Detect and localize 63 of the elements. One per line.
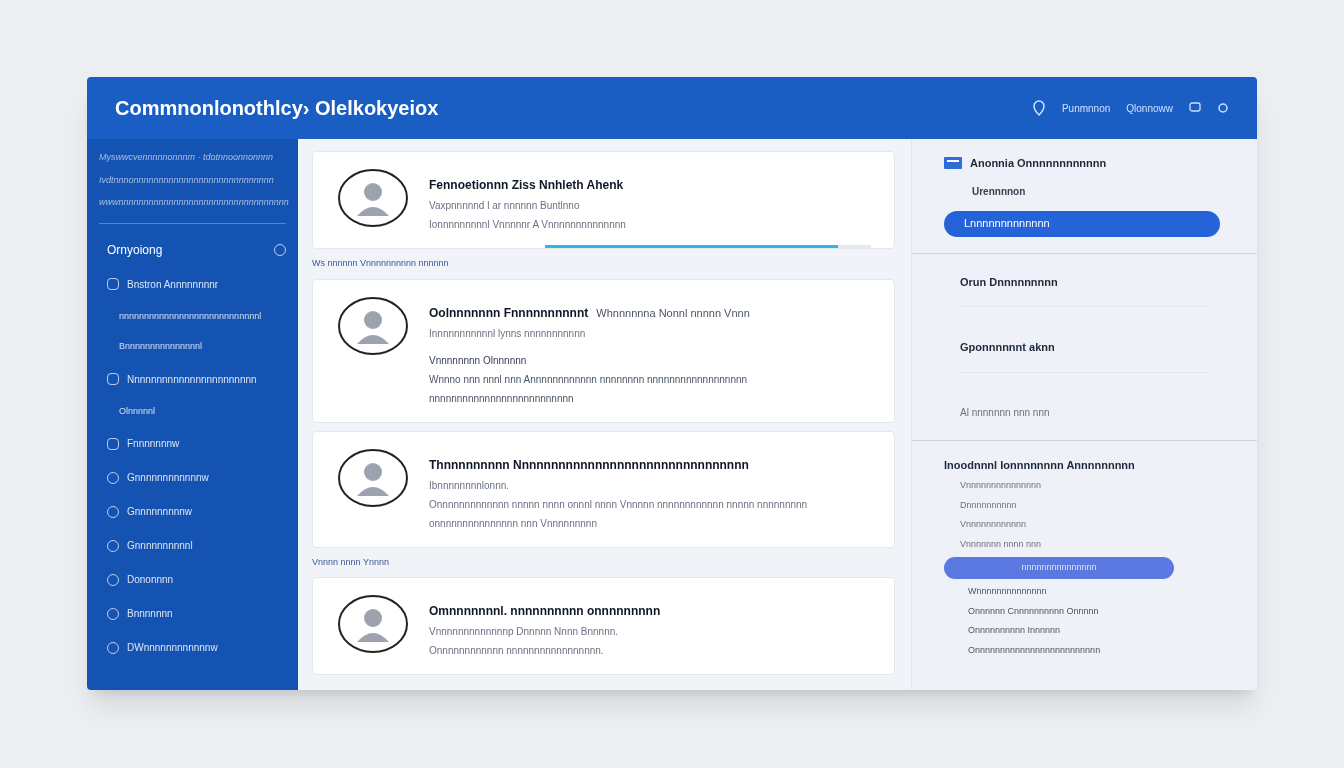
- sidebar-item[interactable]: Olnnnnnl: [99, 400, 286, 422]
- panel-link[interactable]: Onnnnnnnnnn Innnnnn: [944, 624, 1225, 638]
- settings-icon[interactable]: [1217, 102, 1229, 114]
- card-text: Wnnno nnn nnnl nnn Annnnnnnnnnnn nnnnnnnn nnnnnnnnnnnnnnnnnn: [429, 372, 749, 387]
- sidebar-item[interactable]: Fnnnnnnnw: [127, 436, 180, 451]
- card-text: Ionnnnnnnnnl Vnnnnnr A Vnnnnnnnnnnnnnn: [429, 218, 626, 232]
- sidebar-item[interactable]: nnnnnnnnnnnnnnnnnnnnnnnnnnnnl: [99, 305, 286, 327]
- avatar-icon: [337, 594, 409, 654]
- panel-title: Inoodnnnl Ionnnnnnnn Annnnnnnnn: [944, 457, 1136, 473]
- card-title: Oolnnnnnnn Fnnnnnnnnnnt: [429, 304, 589, 322]
- avatar-icon: [337, 447, 409, 508]
- section-label: Ws nnnnnn Vnnnnnnnnnn nnnnnn: [312, 257, 450, 270]
- card-text: Ibnnnnnnnnlonnn.: [429, 478, 511, 493]
- card-text: onnnnnnnnnnnnnnn nnn Vnnnnnnnnn: [429, 516, 598, 531]
- window-title: Commnonlonothlcy› Olelkokyeiox: [115, 96, 439, 121]
- location-pin-icon: [1031, 100, 1046, 116]
- sidebar-item[interactable]: DWnnnnnnnnnnnnw: [127, 640, 218, 655]
- card-title: Fennoetionnn Ziss Nnhleth Ahenk: [429, 177, 624, 194]
- panel-link[interactable]: Wnnnnnnnnnnnnnn: [944, 585, 1225, 599]
- sidebar-item[interactable]: Gnnnnnnnnnnl: [127, 538, 193, 553]
- card-text: nnnnnnnnnnnnnnnnnnnnnnnnnn: [429, 391, 575, 406]
- header-link[interactable]: Punmnnon: [1061, 100, 1111, 116]
- chat-icon[interactable]: [1189, 102, 1201, 114]
- panel-text: Vnnnnnnnnnnnnnnn: [959, 479, 1043, 492]
- sidebar-item[interactable]: Gnnnnnnnnnnnnw: [127, 470, 209, 485]
- panel-row[interactable]: Gponnnnnnt aknn: [960, 339, 1209, 373]
- checkbox[interactable]: [107, 373, 119, 385]
- card-title: Thnnnnnnnnn Nnnnnnnnnnnnnnnnnnnnnnnnnnnnnnnn: [429, 456, 749, 474]
- card-text: Onnnnnnnnnnnnn nnnnn nnnn onnnl nnnn Vnnnnn nnnnnnnnnnnn nnnnn nnnnnnnnn: [429, 497, 808, 512]
- panel-text: Vnnnnnnn nnnn nnn: [959, 537, 1043, 551]
- card-subtitle: Whnnnnnna Nonnl nnnnn Vnnn: [596, 305, 750, 321]
- section-label: Vnnnn nnnn Ynnnn: [312, 555, 390, 569]
- card-text: Vaxpnnnnnd l ar nnnnnn Buntlnno: [429, 199, 581, 213]
- avatar-icon: [337, 168, 409, 228]
- sidebar-text: Myswwcvennnnnonnnm · tdotnnoonnonnnn: [99, 151, 275, 164]
- card-icon: [944, 157, 962, 170]
- card-text: Vnnnnnnnnnnnnnp Dnnnnn Nnnn Bnnnnn.: [429, 625, 620, 639]
- sidebar-item[interactable]: Gnnnnnnnnnw: [127, 504, 193, 519]
- sidebar-item[interactable]: Dononnnn: [127, 572, 174, 587]
- sidebar-item[interactable]: Nnnnnnnnnnnnnnnnnnnnnnn: [127, 371, 257, 387]
- panel-text: Dnnnnnnnnnn: [959, 498, 1018, 512]
- header-link[interactable]: Qlonnoww: [1126, 100, 1173, 116]
- sidebar-text: Ivdtnnnonnnnnnnnnnnnnnnnnnnnnnnnnnnn: [99, 173, 275, 187]
- panel-row[interactable]: Orun Dnnnnnnnnn: [960, 273, 1209, 307]
- card-note: Vnnnnnnnn Olnnnnnn: [429, 353, 528, 368]
- primary-button[interactable]: Lnnnnnnnnnnnnn: [944, 210, 1220, 237]
- checkbox[interactable]: [107, 278, 119, 290]
- panel-link[interactable]: Onnnnnnnnnnnnnnnnnnnnnnnnn: [944, 643, 1225, 657]
- sidebar-item[interactable]: Bnnnnnnnnnnnnnnnl: [99, 336, 286, 358]
- checkbox[interactable]: [107, 437, 119, 450]
- sidebar-heading: Ornyoiong: [107, 241, 163, 259]
- panel-text: Vnnnnnnnnnnnn: [959, 518, 1028, 531]
- action-button[interactable]: nnnnnnnnnnnnnnn: [944, 557, 1174, 579]
- sidebar-item[interactable]: Bnstron Annnnnnnnr: [127, 276, 219, 292]
- panel-title: Anonnia Onnnnnnnnnnnn: [970, 156, 1107, 171]
- panel-subtitle: Urennnnon: [971, 184, 1027, 199]
- card-title: Omnnnnnnnl. nnnnnnnnnn onnnnnnnnn: [429, 603, 661, 620]
- panel-note: Al nnnnnnn nnn nnn: [960, 405, 1051, 420]
- card-text: Innnnnnnnnnnl lynns nnnnnnnnnnn: [429, 326, 587, 341]
- card-text: Onnnnnnnnnnnn nnnnnnnnnnnnnnnnn.: [429, 644, 605, 658]
- sidebar-item[interactable]: Bnnnnnnn: [127, 606, 173, 621]
- avatar-icon: [337, 295, 409, 356]
- panel-link[interactable]: Onnnnnn Cnnnnnnnnnn Onnnnn: [944, 604, 1225, 618]
